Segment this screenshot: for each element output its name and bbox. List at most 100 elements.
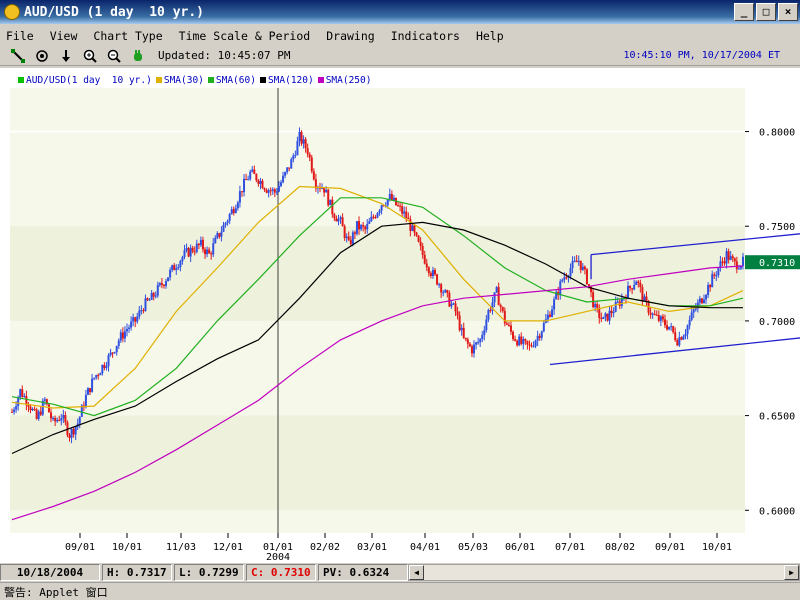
menu-chart-type[interactable]: Chart Type [93,29,162,43]
candle-body [399,205,402,207]
candle-body [411,225,414,231]
candle-body [711,274,714,288]
x-tick-label: 10/01 [702,542,732,553]
candle-body [216,233,219,238]
candle-body [362,225,365,227]
candle-body [577,260,580,263]
chart-area[interactable]: 0.8000 0.7500 0.7000 0.6500 0.6000 09/01 10/01… [0,68,800,563]
hand-icon[interactable] [128,48,148,64]
candle-body [37,411,40,419]
candle-body [72,428,75,435]
price-chart[interactable]: 0.8000 0.7500 0.7000 0.6500 0.6000 09/01 10/01… [0,68,800,563]
menu-view[interactable]: View [50,29,78,43]
candle-body [23,395,26,397]
candle-body [612,311,615,314]
candle-body [386,199,389,206]
candle-body [468,343,471,347]
candle-body [154,295,157,297]
candle-body [509,325,512,332]
chart-legend: AUD/USD(1 day 10 yr.) SMA(30) SMA(60) SM… [0,72,371,88]
candle-body [583,266,586,270]
candle-body [191,247,194,252]
candle-body [105,366,108,368]
candle-body [212,243,215,255]
candle-body [405,211,408,218]
candle-body [733,258,736,262]
candle-body [569,268,572,277]
candle-body [663,319,666,326]
zoom-out-icon[interactable] [104,48,124,64]
legend-swatch [155,77,162,83]
legend-label: SMA(120) [267,74,314,86]
candle-body [179,261,182,268]
candle-body [526,340,529,345]
plot-band [10,415,745,511]
candle-body [123,331,126,339]
candle-body [298,131,301,142]
candle-body [347,236,350,240]
status-high: H: 0.7317 [102,564,172,581]
x-tick-label: 12/01 [213,542,243,553]
candle-body [425,263,428,268]
horizontal-scrollbar[interactable]: ◀ ▶ [408,564,800,581]
candle-body [70,428,73,438]
candle-body [561,279,564,282]
candle-body [397,205,400,207]
legend-label: SMA(250) [325,74,372,86]
candle-body [653,313,656,315]
menu-time-scale[interactable]: Time Scale & Period [179,29,311,43]
y-tick-label: 0.7500 [759,222,795,233]
candle-body [370,216,373,222]
menu-indicators[interactable]: Indicators [391,29,460,43]
candle-body [421,245,424,255]
scroll-right-icon[interactable]: ▶ [784,565,799,580]
candle-body [232,209,235,213]
menu-file[interactable]: File [6,29,34,43]
menu-drawing[interactable]: Drawing [326,29,374,43]
candle-body [635,281,638,286]
candle-body [58,419,61,421]
x-tick-label: 11/03 [166,542,196,553]
candle-body [271,189,274,191]
down-arrow-icon[interactable] [56,48,76,64]
target-icon[interactable] [32,48,52,64]
candle-body [481,335,484,340]
minimize-button[interactable]: _ [734,3,754,21]
candle-body [608,310,611,321]
candle-body [464,337,467,340]
candle-body [269,190,272,192]
candle-body [497,287,500,306]
candle-body [477,342,480,344]
candle-body [19,389,22,398]
candle-body [327,189,330,206]
candle-body [267,190,270,193]
zoom-in-icon[interactable] [80,48,100,64]
candle-body [692,309,695,313]
candle-body [729,256,732,260]
candle-body [731,256,734,259]
candle-body [220,231,223,237]
candle-body [97,375,100,377]
close-button[interactable]: × [778,3,798,21]
candle-body [594,304,597,308]
candle-body [364,226,367,230]
scroll-left-icon[interactable]: ◀ [409,565,424,580]
candle-body [175,268,178,271]
candle-body [249,171,252,180]
candle-body [360,225,363,230]
candle-body [702,299,705,304]
candle-body [68,435,71,438]
menu-help[interactable]: Help [476,29,504,43]
candle-body [134,317,137,322]
candle-body [54,417,57,422]
candle-body [130,321,133,328]
candle-body [321,188,324,190]
maximize-button[interactable]: □ [756,3,776,21]
legend-swatch [317,77,324,83]
candle-body [13,409,16,412]
candle-body [113,352,116,354]
line-draw-icon[interactable] [8,48,28,64]
candle-body [119,332,122,341]
candle-body [173,265,176,271]
candle-body [183,250,186,258]
